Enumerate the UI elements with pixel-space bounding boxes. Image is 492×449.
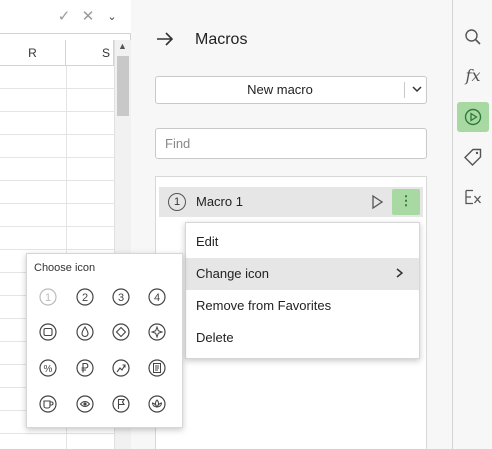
svg-text:2: 2 <box>82 292 88 304</box>
picker-title: Choose icon <box>34 262 96 274</box>
scrollbar-thumb[interactable] <box>117 56 129 116</box>
grid-row[interactable] <box>0 135 114 158</box>
ruble-icon[interactable] <box>74 357 96 379</box>
tag-icon[interactable] <box>457 142 489 172</box>
arrow-right-icon[interactable] <box>156 30 178 51</box>
lotus-icon[interactable] <box>146 393 168 415</box>
panel-title: Macros <box>195 31 248 48</box>
chevron-down-icon[interactable] <box>408 80 426 100</box>
circle-1-icon[interactable]: 1 <box>37 286 59 308</box>
cup-icon[interactable] <box>37 393 59 415</box>
more-options-button[interactable]: ⋮ <box>392 189 420 215</box>
find-placeholder: Find <box>165 136 191 151</box>
icon-picker: Choose icon 1 2 3 4 % <box>26 253 183 428</box>
chevron-down-icon[interactable]: ⌄ <box>103 7 121 27</box>
eye-icon[interactable] <box>74 393 96 415</box>
trend-up-icon[interactable] <box>110 357 132 379</box>
column-header-s[interactable]: S <box>66 40 114 66</box>
function-icon[interactable]: fx <box>457 62 489 92</box>
column-header-r[interactable]: R <box>0 40 66 66</box>
play-icon[interactable] <box>369 194 385 210</box>
grid-row[interactable] <box>0 227 114 250</box>
svg-text:4: 4 <box>154 292 160 304</box>
grid-row[interactable] <box>0 158 114 181</box>
menu-item-change-icon[interactable]: Change icon <box>186 258 419 290</box>
menu-item-delete[interactable]: Delete <box>186 322 419 354</box>
grid-row[interactable] <box>0 89 114 112</box>
check-icon[interactable]: ✓ <box>55 7 73 27</box>
split-divider <box>404 82 405 98</box>
diamond-icon[interactable] <box>110 321 132 343</box>
cancel-icon[interactable]: ✕ <box>79 7 97 27</box>
new-macro-label[interactable]: New macro <box>156 77 404 103</box>
circle-2-icon[interactable]: 2 <box>74 286 96 308</box>
search-icon[interactable] <box>457 22 489 52</box>
svg-text:3: 3 <box>118 292 124 304</box>
drop-icon[interactable] <box>74 321 96 343</box>
chevron-right-icon <box>396 258 404 290</box>
grid-row[interactable] <box>0 181 114 204</box>
menu-item-edit[interactable]: Edit <box>186 226 419 258</box>
star-burst-icon[interactable] <box>146 321 168 343</box>
svg-text:%: % <box>44 364 53 375</box>
scroll-up-icon[interactable]: ▲ <box>118 41 127 51</box>
grid-row[interactable] <box>0 112 114 135</box>
macro-row[interactable]: 1 Macro 1 ⋮ <box>159 187 423 217</box>
document-icon[interactable] <box>146 357 168 379</box>
macro-name[interactable]: Macro 1 <box>196 187 243 217</box>
flag-icon[interactable] <box>110 393 132 415</box>
circle-3-icon[interactable]: 3 <box>110 286 132 308</box>
percent-icon[interactable]: % <box>37 357 59 379</box>
grid-row[interactable] <box>0 434 114 449</box>
new-macro-button[interactable]: New macro <box>155 76 427 104</box>
formula-bar: ✓ ✕ ⌄ <box>0 0 131 34</box>
macros-icon[interactable] <box>457 102 489 132</box>
svg-text:1: 1 <box>45 292 51 304</box>
macro-number-icon: 1 <box>168 193 186 211</box>
menu-item-remove-favorites[interactable]: Remove from Favorites <box>186 290 419 322</box>
square-icon[interactable] <box>37 321 59 343</box>
context-menu: Edit Change icon Remove from Favorites D… <box>185 222 420 359</box>
grid-row[interactable] <box>0 204 114 227</box>
circle-4-icon[interactable]: 4 <box>146 286 168 308</box>
panel-header: Macros <box>156 28 247 52</box>
grid-row[interactable] <box>0 66 114 89</box>
find-input[interactable]: Find <box>155 128 427 159</box>
right-sidebar: fx <box>452 0 492 449</box>
clear-formatting-icon[interactable] <box>457 182 489 212</box>
